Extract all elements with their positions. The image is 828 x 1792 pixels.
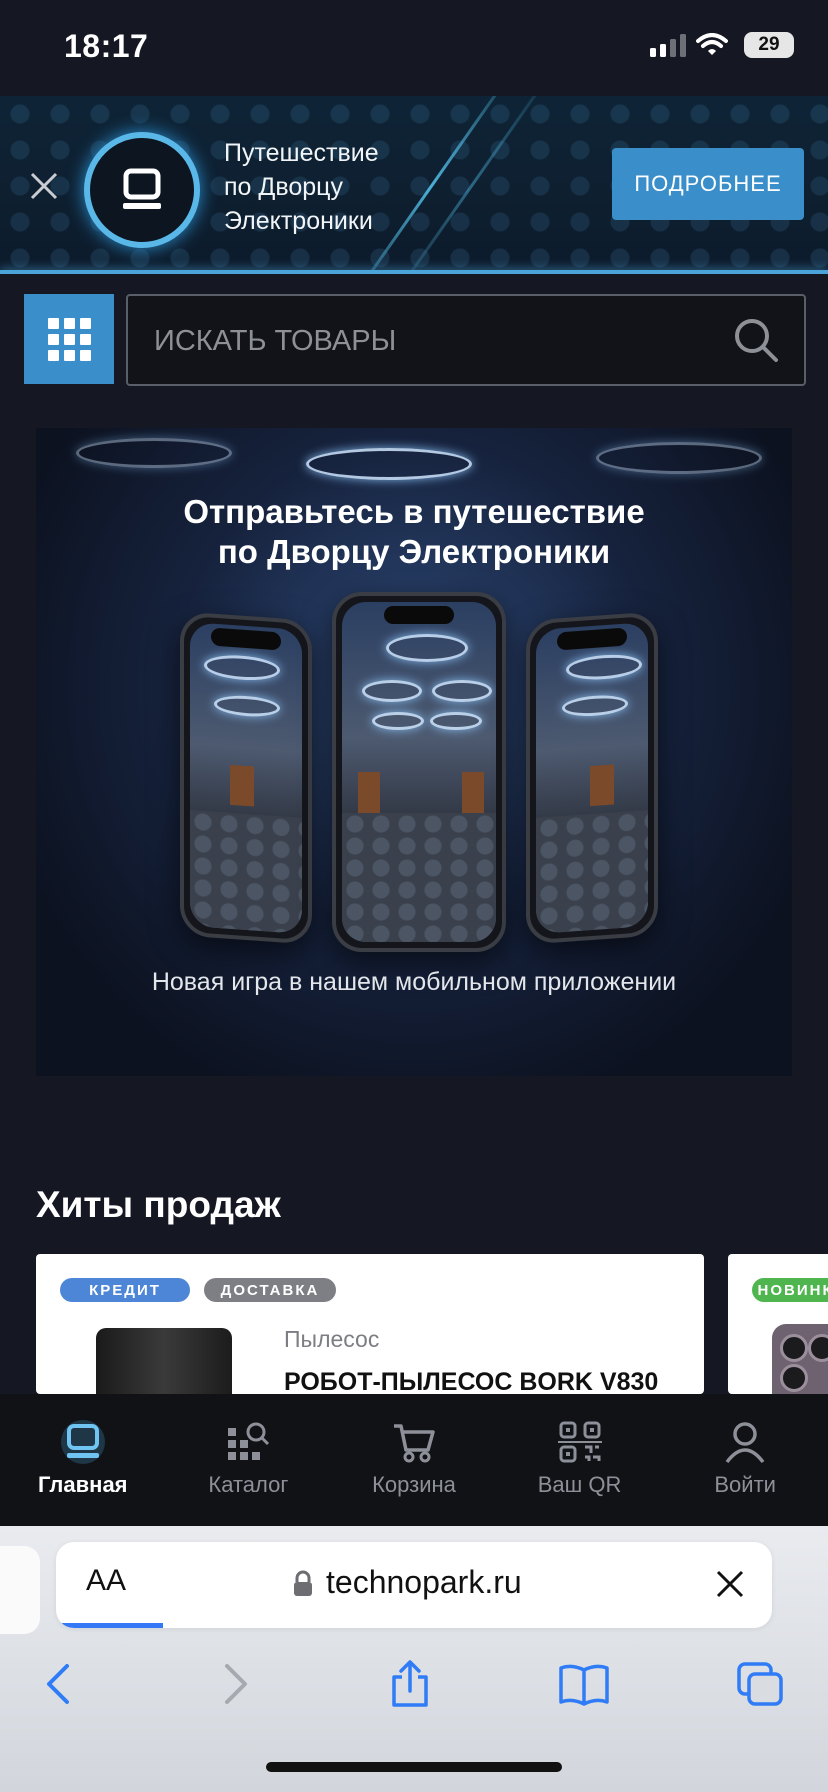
cart-icon	[393, 1424, 435, 1463]
credit-badge: КРЕДИТ	[60, 1278, 190, 1302]
promo-line: Путешествие	[224, 139, 379, 167]
forward-button[interactable]	[206, 1654, 266, 1714]
tab-qr[interactable]: Ваш QR	[497, 1394, 663, 1526]
phone-mockup-left	[180, 611, 312, 945]
catalog-menu-button[interactable]	[24, 294, 114, 384]
search-icon[interactable]	[732, 316, 780, 364]
stop-loading-icon[interactable]	[714, 1568, 746, 1600]
product-category: Пылесос	[284, 1326, 380, 1352]
cellular-signal-icon	[650, 33, 686, 57]
tab-label: Главная	[38, 1472, 128, 1497]
lock-icon	[294, 1570, 312, 1596]
product-image[interactable]	[96, 1328, 232, 1394]
status-time: 18:17	[64, 28, 149, 64]
phone-mockup-right	[526, 611, 658, 945]
text-size-label: AA	[86, 1564, 127, 1597]
tab-login[interactable]: Войти	[662, 1394, 828, 1526]
hero-banner[interactable]: Отправьтесь в путешествие по Дворцу Элек…	[36, 428, 792, 1076]
product-card[interactable]: НОВИНКА	[728, 1254, 828, 1394]
phone-mockup-center	[332, 592, 506, 952]
status-bar: 18:17 29	[0, 0, 828, 96]
share-icon	[392, 1660, 428, 1707]
bottom-tab-bar: Главная Каталог Корзина Ваш QR Войти	[0, 1394, 828, 1526]
promo-banner[interactable]: Путешествие по Дворцу Электроники ПОДРОБ…	[0, 96, 828, 274]
hero-subtitle: Новая игра в нашем мобильном приложении	[151, 968, 677, 996]
previous-tab-peek[interactable]	[0, 1546, 40, 1634]
ceiling-light-ring	[76, 438, 232, 468]
share-button[interactable]	[380, 1654, 440, 1714]
tab-home[interactable]: Главная	[0, 1394, 166, 1526]
url-text[interactable]: technopark.ru	[326, 1564, 522, 1601]
search-input[interactable]	[152, 296, 716, 386]
close-icon[interactable]	[26, 168, 62, 204]
product-card[interactable]: КРЕДИТ ДОСТАВКА Пылесос РОБОТ-ПЫЛЕСОС BO…	[36, 1254, 704, 1394]
address-bar[interactable]: AA technopark.ru	[56, 1542, 772, 1628]
browser-toolbar: AA technopark.ru	[0, 1526, 828, 1792]
tab-label: Корзина	[372, 1472, 456, 1497]
qr-icon	[557, 1421, 602, 1463]
ceiling-light-ring	[596, 442, 762, 474]
promo-more-button[interactable]: ПОДРОБНЕЕ	[612, 148, 804, 220]
hero-title: Отправьтесь в путешествие по Дворцу Элек…	[36, 492, 792, 572]
tab-catalog[interactable]: Каталог	[166, 1394, 332, 1526]
page-load-progress	[56, 1623, 164, 1628]
catalog-search-icon	[228, 1422, 270, 1460]
home-monitor-icon	[60, 1420, 105, 1464]
tab-label: Каталог	[208, 1472, 289, 1497]
promo-line: Электроники	[224, 207, 373, 235]
ceiling-light-ring	[306, 448, 472, 480]
tab-label: Ваш QR	[537, 1472, 622, 1497]
product-image[interactable]	[772, 1324, 828, 1394]
tab-label: Войти	[714, 1472, 776, 1497]
new-badge: НОВИНКА	[752, 1278, 828, 1302]
section-title: Хиты продаж	[36, 1184, 281, 1225]
chevron-left-icon	[47, 1664, 69, 1704]
promo-text: Путешествие по Дворцу Электроники	[224, 136, 444, 238]
hero-title-line: Отправьтесь в путешествие	[183, 493, 645, 530]
back-button[interactable]	[28, 1654, 88, 1714]
search-row	[0, 274, 828, 400]
wifi-icon	[696, 33, 728, 55]
home-indicator	[266, 1762, 562, 1772]
monitor-icon	[123, 168, 161, 209]
status-icons: 29	[650, 32, 794, 58]
delivery-badge: ДОСТАВКА	[204, 1278, 336, 1302]
chevron-right-icon	[225, 1664, 247, 1704]
battery-indicator: 29	[744, 32, 794, 58]
book-icon	[559, 1664, 609, 1706]
bookmarks-button[interactable]	[554, 1654, 614, 1714]
promo-line: по Дворцу	[224, 173, 343, 201]
search-box[interactable]	[126, 294, 806, 386]
hero-title-line: по Дворцу Электроники	[217, 533, 611, 570]
text-size-button[interactable]: AA	[86, 1564, 126, 1598]
product-name[interactable]: РОБОТ-ПЫЛЕСОС BORK V830	[284, 1368, 658, 1394]
user-icon	[725, 1422, 765, 1464]
technopark-logo	[84, 132, 200, 248]
tabs-icon	[737, 1662, 783, 1706]
tabs-button[interactable]	[730, 1654, 790, 1714]
tab-cart[interactable]: Корзина	[331, 1394, 497, 1526]
